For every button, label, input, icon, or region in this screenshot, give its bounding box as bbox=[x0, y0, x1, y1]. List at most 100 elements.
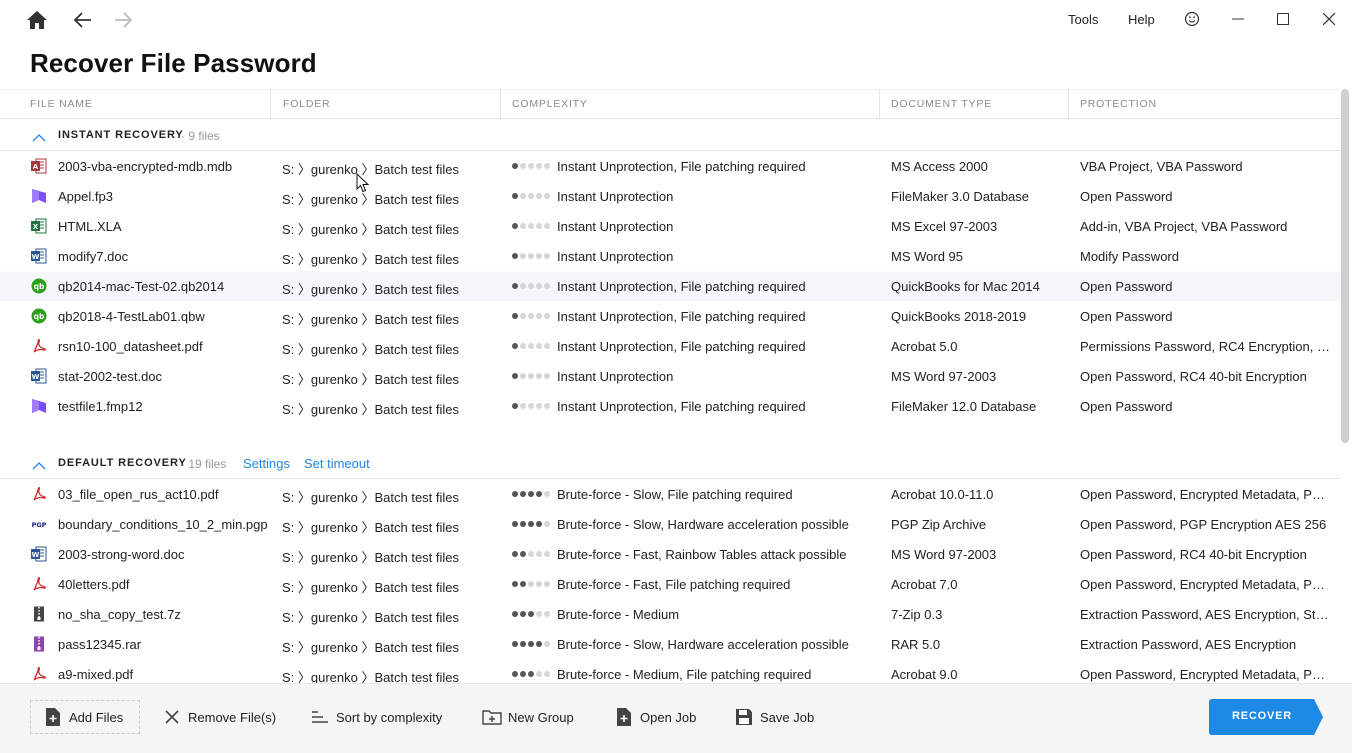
column-header-complexity[interactable]: COMPLEXITY bbox=[512, 98, 588, 110]
column-divider[interactable] bbox=[500, 90, 501, 118]
title-bar: Tools Help bbox=[0, 0, 1352, 40]
recover-button[interactable]: RECOVER bbox=[1209, 699, 1323, 735]
sort-by-complexity-button[interactable]: Sort by complexity bbox=[310, 700, 442, 734]
file-name: 2003-vba-encrypted-mdb.mdb bbox=[58, 159, 233, 174]
table-row[interactable]: W 2003-strong-word.doc S: 〉gurenko 〉Batch … bbox=[0, 539, 1340, 569]
complexity-dot bbox=[536, 403, 542, 409]
complexity-dot bbox=[528, 343, 534, 349]
document-type: RAR 5.0 bbox=[891, 637, 941, 652]
complexity-dot bbox=[536, 253, 542, 259]
complexity-text: Brute-force - Slow, File patching requir… bbox=[557, 487, 793, 502]
table-row[interactable]: testfile1.fmp12 S: 〉gurenko 〉Batch test f… bbox=[0, 391, 1340, 421]
complexity-text: Brute-force - Medium, File patching requ… bbox=[557, 667, 812, 682]
table-row[interactable]: qb qb2018-4-TestLab01.qbw S: 〉gurenko 〉Bat… bbox=[0, 301, 1340, 331]
protection-info: Open Password, Encrypted Metadata, Per..… bbox=[1080, 667, 1332, 682]
file-name: 40letters.pdf bbox=[58, 577, 130, 592]
complexity-indicator bbox=[512, 641, 550, 647]
complexity-dot bbox=[528, 163, 534, 169]
complexity-dot bbox=[536, 373, 542, 379]
table-row[interactable]: A 2003-vba-encrypted-mdb.mdb S: 〉gurenko 〉… bbox=[0, 151, 1340, 181]
complexity-dot bbox=[512, 283, 518, 289]
table-row[interactable]: rsn10-100_datasheet.pdf S: 〉gurenko 〉Batc… bbox=[0, 331, 1340, 361]
access-icon: A bbox=[31, 158, 47, 174]
svg-text:A: A bbox=[33, 163, 39, 171]
file-name: qb2018-4-TestLab01.qbw bbox=[58, 309, 205, 324]
home-icon[interactable] bbox=[21, 6, 53, 34]
complexity-dot bbox=[536, 343, 542, 349]
complexity-indicator bbox=[512, 373, 550, 379]
add-files-button[interactable]: Add Files bbox=[30, 700, 140, 734]
complexity-dot bbox=[512, 253, 518, 259]
complexity-dot bbox=[520, 551, 526, 557]
column-divider[interactable] bbox=[879, 90, 880, 118]
complexity-indicator bbox=[512, 253, 550, 259]
remove-files-label: Remove File(s) bbox=[188, 709, 277, 725]
column-divider[interactable] bbox=[270, 90, 271, 118]
complexity-dot bbox=[528, 491, 534, 497]
zip-icon bbox=[31, 606, 47, 622]
settings-link[interactable]: Settings bbox=[243, 456, 290, 471]
set-timeout-link[interactable]: Set timeout bbox=[304, 456, 370, 471]
open-job-button[interactable]: Open Job bbox=[614, 700, 696, 734]
column-divider[interactable] bbox=[1068, 90, 1069, 118]
complexity-dot bbox=[520, 671, 526, 677]
close-icon[interactable] bbox=[1315, 6, 1343, 32]
complexity-text: Instant Unprotection bbox=[557, 219, 674, 234]
svg-text:W: W bbox=[32, 551, 40, 559]
mouse-cursor-icon bbox=[356, 172, 370, 198]
table-row[interactable]: 40letters.pdf S: 〉gurenko 〉Batch test fil… bbox=[0, 569, 1340, 599]
column-header-protection[interactable]: PROTECTION bbox=[1080, 98, 1157, 110]
file-name: qb2014-mac-Test-02.qb2014 bbox=[58, 279, 225, 294]
complexity-dot bbox=[544, 581, 550, 587]
complexity-dot bbox=[512, 581, 518, 587]
pdf-icon bbox=[31, 666, 47, 682]
menu-tools[interactable]: Tools bbox=[1068, 12, 1098, 27]
smiley-feedback-icon[interactable] bbox=[1178, 6, 1206, 32]
maximize-icon[interactable] bbox=[1269, 6, 1297, 32]
column-header-document-type[interactable]: DOCUMENT TYPE bbox=[891, 98, 992, 110]
svg-text:W: W bbox=[32, 373, 40, 381]
complexity-dot bbox=[512, 223, 518, 229]
table-row[interactable]: no_sha_copy_test.7z S: 〉gurenko 〉Batch te… bbox=[0, 599, 1340, 629]
table-row[interactable]: Wstat-2002-test.doc S: 〉gurenko 〉Batch te… bbox=[0, 361, 1340, 391]
complexity-dot bbox=[528, 253, 534, 259]
column-header-file-name[interactable]: FILE NAME bbox=[30, 98, 93, 110]
table-row[interactable]: Wmodify7.doc S: 〉gurenko 〉Batch test file… bbox=[0, 241, 1340, 271]
complexity-dot bbox=[528, 193, 534, 199]
table-row[interactable]: Appel.fp3 S: 〉gurenko 〉Batch test files In… bbox=[0, 181, 1340, 211]
document-type: Acrobat 7.0 bbox=[891, 577, 958, 592]
complexity-text: Instant Unprotection, File patching requ… bbox=[557, 399, 806, 414]
table-row[interactable]: pass12345.rar S: 〉gurenko 〉Batch test fil… bbox=[0, 629, 1340, 659]
table-row[interactable]: PGP boundary_conditions_10_2_min.pgp S: 〉g… bbox=[0, 509, 1340, 539]
table-row[interactable]: X HTML.XLA S: 〉gurenko 〉Batch test files In… bbox=[0, 211, 1340, 241]
complexity-text: Brute-force - Slow, Hardware acceleratio… bbox=[557, 637, 849, 652]
complexity-dot bbox=[512, 343, 518, 349]
forward-arrow-icon[interactable] bbox=[107, 6, 139, 34]
table-row[interactable]: qb qb2014-mac-Test-02.qb2014 S: 〉gurenko 〉… bbox=[0, 271, 1340, 301]
complexity-dot bbox=[544, 283, 550, 289]
bottom-toolbar: Add Files Remove File(s) Sort by complex… bbox=[0, 683, 1352, 753]
complexity-dot bbox=[520, 223, 526, 229]
document-type: FileMaker 3.0 Database bbox=[891, 189, 1030, 204]
back-arrow-icon[interactable] bbox=[67, 6, 99, 34]
word-icon: W bbox=[31, 248, 47, 264]
quickbooks-icon: qb bbox=[31, 308, 47, 324]
column-header-folder[interactable]: FOLDER bbox=[283, 98, 330, 110]
chevron-up-icon[interactable] bbox=[32, 130, 46, 148]
complexity-text: Instant Unprotection, File patching requ… bbox=[557, 309, 806, 324]
complexity-dot bbox=[544, 491, 550, 497]
menu-help[interactable]: Help bbox=[1128, 12, 1155, 27]
minimize-icon[interactable] bbox=[1224, 6, 1252, 32]
remove-files-button[interactable]: Remove File(s) bbox=[162, 700, 276, 734]
table-row[interactable]: 03_file_open_rus_act10.pdf S: 〉gurenko 〉B… bbox=[0, 479, 1340, 509]
complexity-indicator bbox=[512, 521, 550, 527]
group-header-instant-recovery: INSTANT RECOVERY · 9 files bbox=[0, 121, 1340, 151]
vertical-scrollbar[interactable] bbox=[1341, 89, 1349, 443]
complexity-text: Instant Unprotection bbox=[557, 189, 674, 204]
filemaker-icon bbox=[31, 188, 47, 204]
save-job-button[interactable]: Save Job bbox=[734, 700, 814, 734]
complexity-dot bbox=[544, 403, 550, 409]
chevron-up-icon[interactable] bbox=[32, 458, 46, 476]
new-group-button[interactable]: New Group bbox=[482, 700, 574, 734]
complexity-text: Brute-force - Slow, Hardware acceleratio… bbox=[557, 517, 849, 532]
